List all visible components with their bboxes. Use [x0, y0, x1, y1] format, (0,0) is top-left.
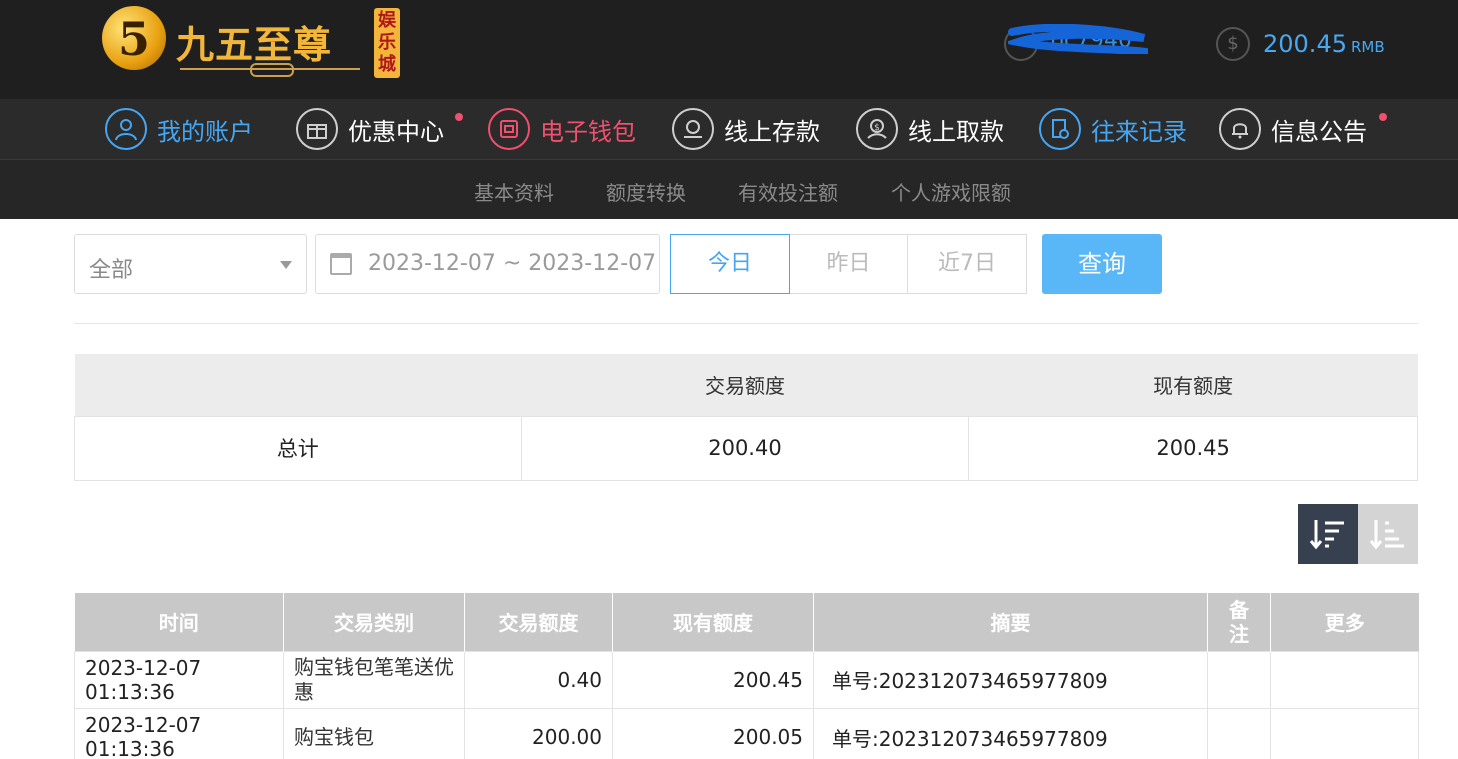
subnav-transfer[interactable]: 额度转换	[606, 177, 686, 206]
summary-header-empty	[74, 354, 522, 416]
nav-records[interactable]: 往来记录	[1039, 107, 1187, 151]
calendar-icon	[330, 253, 352, 275]
sort-descending-button[interactable]	[1298, 504, 1358, 564]
site-logo[interactable]: 5 九五至尊 娱乐城	[100, 4, 410, 84]
promotions-badge-dot	[455, 113, 463, 121]
col-more[interactable]: 更多	[1270, 593, 1419, 651]
col-balance[interactable]: 现有额度	[612, 593, 814, 651]
row-time: 2023-12-07 01:13:36	[74, 707, 284, 759]
col-time[interactable]: 时间	[74, 593, 284, 651]
nav-deposit[interactable]: 线上存款	[672, 107, 820, 151]
main-nav: 我的账户 优惠中心 电子钱包 线上存款 $ 线上取款 往来记录 信息公告	[0, 99, 1458, 160]
today-button[interactable]: 今日	[670, 234, 790, 294]
dollar-icon: $	[1216, 27, 1250, 61]
records-icon	[1039, 108, 1081, 150]
announcements-badge-dot	[1379, 113, 1387, 121]
sort-ascending-icon	[1369, 520, 1404, 550]
summary-total-label: 总计	[74, 415, 522, 481]
divider	[74, 323, 1418, 324]
row-note	[1207, 707, 1271, 759]
row-type: 购宝钱包笔笔送优惠	[283, 650, 465, 709]
logo-emblem: 5	[102, 6, 166, 70]
row-type: 购宝钱包	[283, 707, 465, 759]
row-amount: 200.00	[464, 707, 613, 759]
sort-ascending-button[interactable]	[1358, 504, 1418, 564]
table-row[interactable]: 2023-12-07 01:13:36 购宝钱包 200.00 200.05 单…	[74, 707, 1419, 759]
subnav-basic-info[interactable]: 基本资料	[474, 177, 554, 206]
summary-trade-amount: 200.40	[520, 415, 970, 481]
search-button[interactable]: 查询	[1042, 234, 1162, 294]
sort-descending-icon	[1309, 520, 1344, 550]
row-balance: 200.45	[612, 650, 814, 709]
summary-header-trade: 交易额度	[521, 354, 969, 416]
logo-name: 九五至尊	[176, 22, 333, 67]
nav-e-wallet[interactable]: 电子钱包	[488, 107, 636, 151]
last-7-days-button[interactable]: 近7日	[907, 234, 1027, 294]
row-summary: 单号:202312073465977809	[813, 707, 1208, 759]
nav-withdraw[interactable]: $ 线上取款	[856, 107, 1004, 151]
row-time: 2023-12-07 01:13:36	[74, 650, 284, 709]
row-more[interactable]	[1270, 650, 1419, 709]
account-balance: 200.45 RMB	[1263, 30, 1385, 58]
yesterday-button[interactable]: 昨日	[789, 234, 908, 294]
col-summary[interactable]: 摘要	[813, 593, 1208, 651]
summary-header-current: 现有额度	[968, 354, 1418, 416]
row-amount: 0.40	[464, 650, 613, 709]
records-table: 时间 交易类别 交易额度 现有额度 摘要 备注 更多 2023-12-07 01…	[74, 593, 1419, 759]
row-note	[1207, 650, 1271, 709]
logo-tag: 娱乐城	[374, 8, 400, 78]
redaction-scribble	[1008, 24, 1148, 54]
nav-promotions[interactable]: 优惠中心	[296, 107, 444, 151]
svg-text:$: $	[874, 123, 880, 133]
summary-current-amount: 200.45	[968, 415, 1418, 481]
transaction-type-select[interactable]: 全部	[74, 234, 307, 294]
bell-icon	[1219, 108, 1261, 150]
col-amount[interactable]: 交易额度	[464, 593, 613, 651]
col-type[interactable]: 交易类别	[283, 593, 465, 651]
date-range-input[interactable]: 2023-12-07 ~ 2023-12-07	[315, 234, 660, 294]
sub-nav: 基本资料 额度转换 有效投注额 个人游戏限额	[0, 160, 1458, 219]
row-more[interactable]	[1270, 707, 1419, 759]
user-icon	[105, 108, 147, 150]
row-summary: 单号:202312073465977809	[813, 650, 1208, 709]
subnav-game-limits[interactable]: 个人游戏限额	[891, 177, 1011, 206]
chevron-down-icon	[280, 261, 292, 269]
row-balance: 200.05	[612, 707, 814, 759]
nav-announcements[interactable]: 信息公告	[1219, 107, 1367, 151]
nav-my-account[interactable]: 我的账户	[105, 107, 253, 151]
withdraw-icon: $	[856, 108, 898, 150]
records-header-row: 时间 交易类别 交易额度 现有额度 摘要 备注 更多	[74, 593, 1419, 651]
wallet-icon	[488, 108, 530, 150]
summary-table: 交易额度 现有额度 总计 200.40 200.45	[74, 354, 1418, 481]
table-row[interactable]: 2023-12-07 01:13:36 购宝钱包笔笔送优惠 0.40 200.4…	[74, 650, 1419, 709]
top-header: 5 九五至尊 娱乐城 bc7940 $ 200.45 RMB	[0, 0, 1458, 99]
subnav-valid-bets[interactable]: 有效投注额	[738, 177, 838, 206]
deposit-icon	[672, 108, 714, 150]
col-note[interactable]: 备注	[1207, 593, 1271, 651]
logo-ornament	[180, 63, 360, 78]
gift-icon	[296, 108, 338, 150]
